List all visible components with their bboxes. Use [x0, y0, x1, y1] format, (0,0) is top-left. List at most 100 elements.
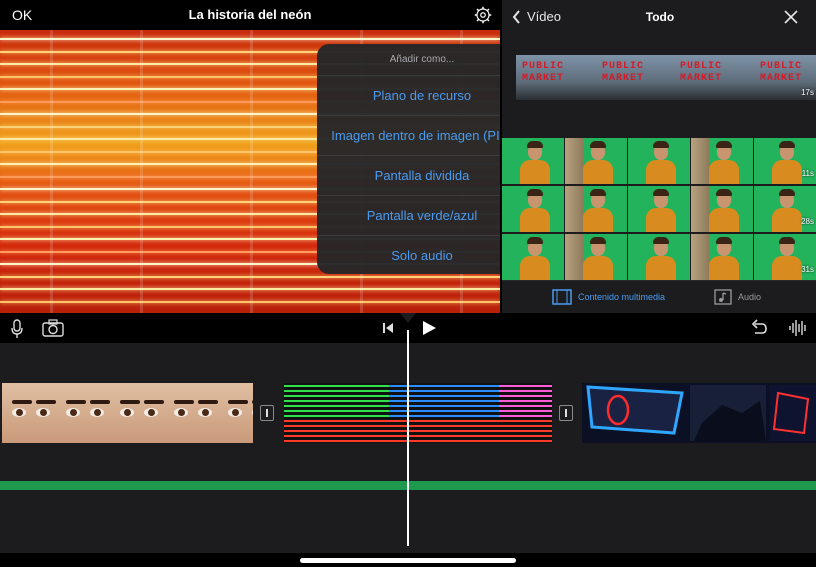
market-sign-text: PUBLIC MARKET: [522, 61, 565, 84]
media-clip-green-screen[interactable]: 28s: [502, 186, 816, 232]
person-hair: [779, 141, 795, 148]
menu-item-audio-only[interactable]: Solo audio: [317, 236, 527, 274]
wall-background: [565, 186, 583, 232]
viewer-toolbar: OK La historia del neón: [0, 0, 500, 30]
eyebrow: [120, 400, 140, 404]
neon-band: [389, 415, 499, 417]
person-body: [646, 208, 676, 232]
neon-band: [499, 415, 552, 417]
close-icon[interactable]: [784, 10, 798, 24]
eyebrow: [36, 400, 56, 404]
camera-icon[interactable]: [42, 319, 64, 337]
neon-band: [499, 440, 552, 442]
person-hair: [716, 237, 732, 244]
media-clip-green-screen[interactable]: 31s: [502, 234, 816, 280]
clip-frame: [628, 234, 691, 280]
eyebrow: [198, 400, 218, 404]
playhead[interactable]: [407, 330, 409, 546]
skip-back-icon[interactable]: [382, 322, 394, 334]
neon-band: [284, 430, 389, 432]
neon-band: [389, 440, 499, 442]
eye: [12, 408, 26, 417]
neon-band: [284, 390, 389, 392]
neon-band: [389, 435, 499, 437]
eye: [120, 408, 134, 417]
browser-header: Vídeo Todo: [502, 0, 816, 36]
tab-audio-label: Audio: [738, 292, 762, 302]
undo-icon[interactable]: [750, 319, 768, 335]
neon-band: [499, 400, 552, 402]
person-hair: [653, 141, 669, 148]
neon-band: [389, 405, 499, 407]
microphone-icon[interactable]: [10, 319, 24, 339]
clip-frame: [628, 186, 691, 232]
neon-bracket: [250, 30, 253, 313]
eyebrow: [228, 400, 248, 404]
person-hair: [779, 189, 795, 196]
tab-audio[interactable]: Audio: [714, 289, 761, 305]
neon-band: [284, 400, 389, 402]
eyes-frame: [56, 383, 110, 443]
neon-band: [499, 390, 552, 392]
eyebrow: [66, 400, 86, 404]
tab-media[interactable]: Contenido multimedia: [552, 289, 665, 305]
browser-tab-bar: Contenido multimedia Audio: [502, 280, 816, 313]
eye: [252, 408, 253, 417]
iris: [94, 409, 101, 416]
neon-band: [389, 385, 499, 387]
clip-frame: [502, 234, 565, 280]
neon-band: [284, 410, 389, 412]
neon-band: [284, 425, 389, 427]
neon-band: [284, 405, 389, 407]
iris: [70, 409, 77, 416]
neon-band: [389, 430, 499, 432]
person-body: [772, 256, 802, 280]
person-body: [520, 256, 550, 280]
eyebrow: [252, 400, 253, 404]
play-icon[interactable]: [421, 320, 437, 336]
timeline-clip-neon-sign[interactable]: [582, 383, 816, 443]
person-body: [646, 256, 676, 280]
person-body: [709, 160, 739, 184]
popover-title: Añadir como...: [317, 44, 527, 76]
eyebrow: [174, 400, 194, 404]
home-indicator[interactable]: [300, 558, 516, 563]
neon-sign-thumbnail: [582, 383, 816, 443]
transition-button[interactable]: [260, 405, 274, 421]
eyebrow: [90, 400, 110, 404]
menu-item-picture-in-picture[interactable]: Imagen dentro de imagen (PIP): [317, 116, 527, 156]
neon-band: [284, 420, 389, 422]
neon-bracket: [140, 30, 143, 313]
menu-item-cutaway[interactable]: Plano de recurso: [317, 76, 527, 116]
eyebrow: [144, 400, 164, 404]
waveform-icon[interactable]: [788, 319, 808, 337]
market-sign-text: PUBLIC MARKET: [760, 61, 803, 84]
clip-duration: 31s: [801, 265, 814, 274]
wall-background: [565, 234, 583, 280]
eye: [174, 408, 188, 417]
project-title: La historia del neón: [188, 7, 312, 22]
timeline-clip-neon[interactable]: [284, 383, 552, 443]
media-clip-green-screen[interactable]: 11s: [502, 138, 816, 184]
media-clip-public-market[interactable]: PUBLIC MARKET PUBLIC MARKET PUBLIC MARKET PUBL…: [516, 55, 816, 100]
neon-band: [284, 385, 389, 387]
neon-band: [389, 400, 499, 402]
media-browser: Vídeo Todo PUBLIC MARKET PUBLIC MARKET PUBLI…: [500, 0, 816, 313]
neon-band: [389, 410, 499, 412]
eye: [198, 408, 212, 417]
person-hair: [527, 189, 543, 196]
menu-item-split-screen[interactable]: Pantalla dividida: [317, 156, 527, 196]
neon-band: [389, 420, 499, 422]
person-hair: [779, 237, 795, 244]
timeline-clip-eyes[interactable]: [2, 383, 253, 443]
person-body: [772, 208, 802, 232]
iris: [232, 409, 239, 416]
iris: [148, 409, 155, 416]
neon-band: [499, 435, 552, 437]
transition-button[interactable]: [559, 405, 573, 421]
market-sign-text: PUBLIC MARKET: [680, 61, 723, 84]
iris: [16, 409, 23, 416]
menu-item-green-blue-screen[interactable]: Pantalla verde/azul: [317, 196, 527, 236]
gear-icon[interactable]: [474, 6, 492, 24]
playhead-marker: [400, 313, 416, 323]
